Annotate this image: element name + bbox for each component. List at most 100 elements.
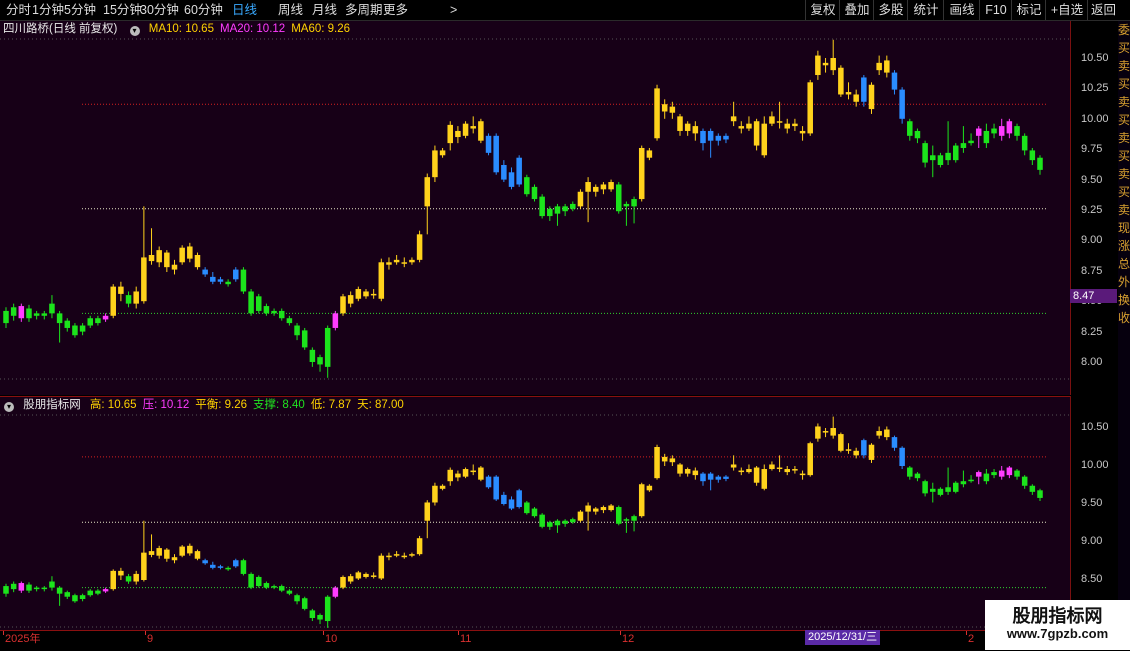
candle: [562, 203, 568, 217]
candle: [447, 121, 453, 151]
candle-body: [485, 476, 492, 488]
candle-body: [87, 318, 94, 326]
candle-body: [133, 573, 139, 582]
strip-char: 卖: [1118, 59, 1130, 73]
candle-body: [409, 554, 415, 556]
toolbar-button-0[interactable]: 复权: [805, 0, 840, 20]
candle: [171, 554, 178, 564]
candle-body: [654, 447, 660, 479]
period-tab-4[interactable]: 30分钟: [140, 0, 179, 20]
strip-char: 买: [1118, 149, 1130, 163]
period-tab-7[interactable]: 周线: [278, 0, 303, 20]
toolbar-button-5[interactable]: F10: [979, 0, 1012, 20]
candle-body: [64, 592, 71, 597]
candle: [439, 147, 446, 158]
candle: [324, 325, 331, 378]
candle: [1029, 147, 1036, 166]
candle-body: [547, 522, 553, 527]
candle: [861, 75, 867, 107]
toolbar-button-1[interactable]: 叠加: [839, 0, 874, 20]
toolbar-button-8[interactable]: 返回: [1087, 0, 1119, 20]
period-tab-2[interactable]: 5分钟: [64, 0, 96, 20]
candle-body: [838, 434, 844, 451]
candle: [95, 315, 101, 326]
candle: [638, 145, 645, 202]
chevron-right-icon[interactable]: >: [450, 0, 457, 20]
period-tab-3[interactable]: 15分钟: [103, 0, 142, 20]
strip-char: 外: [1118, 275, 1130, 289]
sub-indicator-panel[interactable]: ▾ 股朋指标网 高: 10.65 压: 10.12 平衡: 9.26 支撑: 8.40…: [0, 396, 1070, 630]
date-tick: [966, 631, 967, 635]
strip-char: 买: [1118, 113, 1130, 127]
candle-body: [952, 145, 959, 161]
candle: [401, 552, 408, 559]
candle: [761, 116, 768, 158]
candle-body: [171, 557, 178, 561]
candle-body: [401, 262, 408, 264]
candle: [309, 347, 316, 367]
candle: [210, 272, 216, 285]
candle: [118, 281, 124, 302]
current-price-tag: 8.47: [1070, 289, 1117, 303]
candle-body: [102, 315, 109, 320]
period-tab-6[interactable]: 日线: [232, 0, 257, 20]
candle-body: [914, 130, 921, 139]
candle-body: [355, 289, 362, 299]
candle-body: [309, 349, 316, 362]
candle-body: [255, 576, 262, 587]
strip-char: 卖: [1118, 167, 1130, 181]
toolbar-button-6[interactable]: 标记: [1011, 0, 1046, 20]
candle: [899, 87, 905, 124]
candle-body: [462, 123, 469, 136]
candle: [792, 118, 798, 131]
candle: [876, 426, 882, 439]
main-kline-panel[interactable]: 四川路桥(日线 前复权) ▾ MA10: 10.65 MA20: 10.12 MA6…: [0, 21, 1070, 395]
candle: [792, 466, 798, 474]
period-tab-5[interactable]: 60分钟: [184, 0, 223, 20]
candle-body: [945, 487, 951, 492]
candle-body: [1014, 470, 1020, 477]
toolbar-button-4[interactable]: 画线: [943, 0, 980, 20]
candle: [531, 184, 538, 202]
date-tick: [145, 631, 146, 635]
toolbar-button-3[interactable]: 统计: [907, 0, 944, 20]
candle-body: [386, 262, 392, 265]
candle-body: [294, 595, 300, 602]
candle: [187, 543, 193, 556]
strip-char: 买: [1118, 185, 1130, 199]
candle-body: [470, 470, 476, 473]
candle-body: [179, 247, 185, 263]
period-tab-9[interactable]: 多周期: [345, 0, 383, 20]
period-tab-1[interactable]: 1分钟: [32, 0, 64, 20]
candle-body: [447, 124, 453, 144]
candle-body: [623, 519, 630, 521]
candle-body: [830, 58, 836, 71]
candle-body: [761, 123, 768, 156]
candle-body: [378, 262, 385, 299]
candle-body: [631, 199, 637, 207]
candle: [233, 267, 239, 282]
toolbar-button-2[interactable]: 多股: [873, 0, 908, 20]
candle: [110, 284, 116, 319]
candle-body: [324, 327, 331, 367]
candle: [608, 179, 614, 192]
candle: [301, 596, 308, 611]
candle-body: [700, 473, 706, 482]
toolbar-button-7[interactable]: +自选: [1045, 0, 1088, 20]
candle-body: [133, 291, 139, 304]
period-tab-0[interactable]: 分时: [6, 0, 31, 20]
period-tab-8[interactable]: 月线: [312, 0, 337, 20]
date-label: 12: [622, 633, 635, 645]
candle: [317, 613, 323, 625]
candle-body: [3, 586, 9, 594]
candle-body: [991, 128, 997, 134]
candle: [998, 466, 1005, 480]
candle-body: [18, 583, 25, 591]
candle-body: [455, 130, 461, 138]
period-tab-10[interactable]: 更多: [383, 0, 408, 20]
candle-body: [370, 575, 377, 577]
strip-char: 卖: [1118, 131, 1130, 145]
candle-body: [761, 469, 768, 489]
candle-body: [439, 485, 446, 489]
candle: [271, 584, 277, 590]
